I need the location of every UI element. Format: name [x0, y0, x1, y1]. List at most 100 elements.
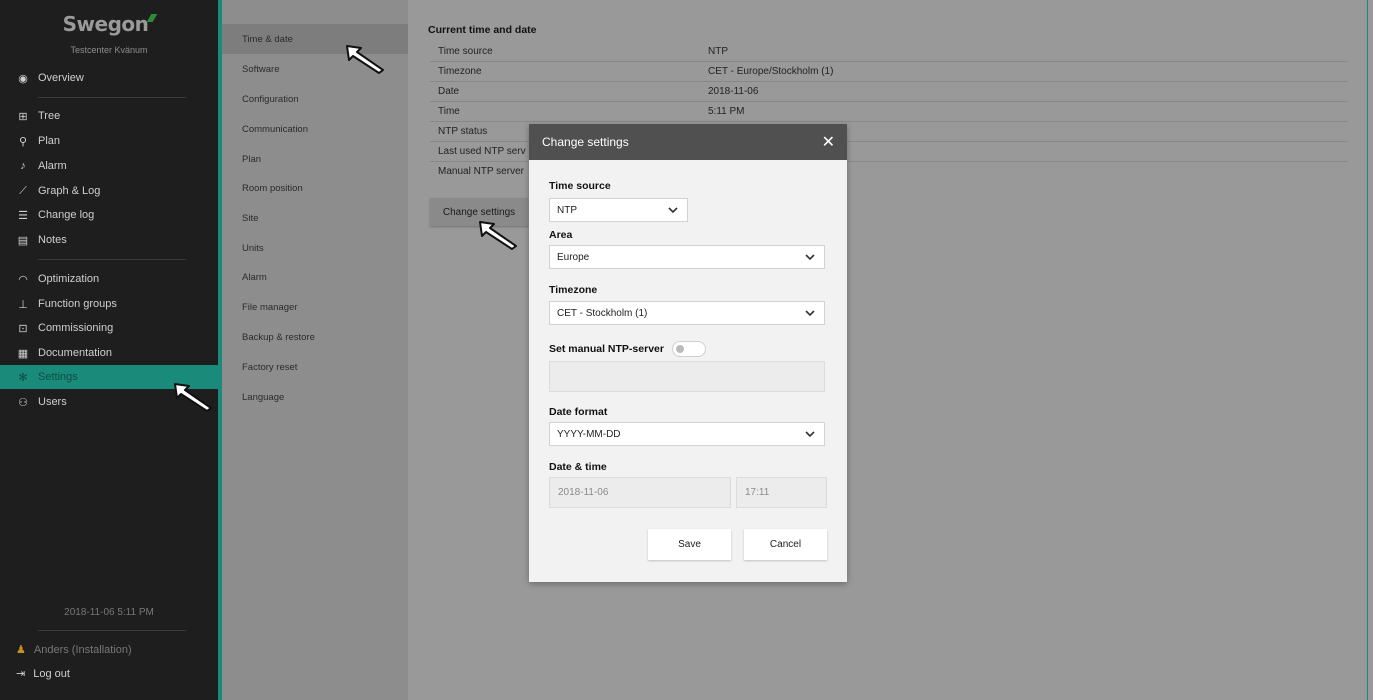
nav-label: Overview: [38, 72, 84, 84]
datetime-label: Date & time: [549, 461, 607, 473]
info-row: Time 5:11 PM: [430, 102, 1348, 122]
nav-tree[interactable]: ⊞ Tree: [0, 104, 218, 128]
nav-plan[interactable]: ⚲ Plan: [0, 129, 218, 153]
area-label: Area: [549, 229, 573, 241]
time-input[interactable]: 17:11: [736, 477, 827, 508]
nav-divider: [38, 97, 186, 98]
brand-logo: Swegon: [0, 12, 218, 36]
nav-label: Users: [38, 396, 67, 408]
submenu-communication[interactable]: Communication: [222, 114, 408, 144]
dialog-header: Change settings ✕: [529, 124, 847, 160]
submenu-site[interactable]: Site: [222, 203, 408, 233]
info-value: CET - Europe/Stockholm (1): [708, 66, 834, 77]
date-format-select[interactable]: YYYY-MM-DD: [549, 422, 825, 446]
submenu-file-manager[interactable]: File manager: [222, 292, 408, 322]
manual-ntp-input[interactable]: [549, 361, 825, 392]
submenu-backup-restore[interactable]: Backup & restore: [222, 322, 408, 352]
nav-optimization[interactable]: ◠ Optimization: [0, 267, 218, 291]
timezone-label: Timezone: [549, 284, 598, 296]
date-input[interactable]: 2018-11-06: [549, 477, 731, 508]
commissioning-icon: ⊡: [18, 322, 28, 335]
logout-button[interactable]: ⇥ Log out: [16, 667, 70, 681]
logout-label: Log out: [33, 667, 70, 680]
nav-divider: [38, 259, 186, 260]
submenu-configuration[interactable]: Configuration: [222, 84, 408, 114]
save-button[interactable]: Save: [648, 529, 731, 560]
eye-icon: ◉: [18, 72, 28, 85]
info-key: Time source: [438, 46, 493, 57]
chevron-down-icon: [805, 310, 815, 317]
info-key: Time: [438, 106, 460, 117]
sidebar: Swegon Testcenter Kvänum ◉ Overview ⊞ Tr…: [0, 0, 222, 700]
nav-function-groups[interactable]: ⊥ Function groups: [0, 292, 218, 316]
info-key: Timezone: [438, 66, 482, 77]
footer-divider: [38, 630, 186, 631]
info-value: NTP: [708, 46, 728, 57]
submenu-alarm[interactable]: Alarm: [222, 262, 408, 292]
nav-notes[interactable]: ▤ Notes: [0, 228, 218, 252]
time-source-label: Time source: [549, 180, 611, 192]
nav-label: Plan: [38, 135, 61, 147]
nav-change-log[interactable]: ☰ Change log: [0, 203, 218, 227]
user-icon: ♟: [16, 644, 26, 656]
dialog-title: Change settings: [542, 135, 629, 149]
pointer-arrow-icon: [174, 383, 212, 412]
time-source-value: NTP: [557, 204, 577, 216]
chevron-down-icon: [805, 254, 815, 261]
nav-label: Graph & Log: [38, 185, 101, 197]
nav-label: Alarm: [38, 160, 67, 172]
settings-submenu: Time & date Software Configuration Commu…: [222, 0, 408, 700]
date-format-value: YYYY-MM-DD: [557, 428, 621, 440]
users-icon: ⚇: [18, 396, 28, 409]
nav-label: Documentation: [38, 347, 112, 359]
chevron-down-icon: [805, 431, 815, 438]
current-datetime: 2018-11-06 5:11 PM: [64, 607, 154, 618]
date-format-label: Date format: [549, 406, 608, 418]
nav-label: Tree: [38, 110, 61, 122]
pointer-arrow-icon: [346, 45, 384, 74]
user-label: Anders (Installation): [33, 643, 132, 656]
submenu-room-position[interactable]: Room position: [222, 173, 408, 203]
submenu-units[interactable]: Units: [222, 233, 408, 263]
nav-documentation[interactable]: ▦ Documentation: [0, 341, 218, 365]
change-settings-dialog: Change settings ✕ Time source NTP Area E…: [529, 124, 847, 582]
chevron-down-icon: [668, 207, 678, 214]
info-key: Date: [438, 86, 460, 97]
nav-label: Optimization: [38, 273, 100, 285]
nav-label: Function groups: [38, 298, 117, 310]
nav-label: Settings: [38, 371, 78, 383]
nav-alarm[interactable]: ♪ Alarm: [0, 154, 218, 178]
graph-icon: ⟋: [19, 184, 27, 197]
note-icon: ▤: [17, 234, 29, 247]
nav-graph-log[interactable]: ⟋ Graph & Log: [0, 179, 218, 203]
manual-ntp-label: Set manual NTP-server: [549, 343, 664, 355]
tree-icon: ⊞: [18, 110, 28, 123]
nav-commissioning[interactable]: ⊡ Commissioning: [0, 316, 218, 340]
logout-icon: ⇥: [16, 668, 26, 680]
location-pin-icon: ⚲: [18, 135, 28, 148]
info-value: 2018-11-06: [708, 86, 759, 97]
site-subtitle: Testcenter Kvänum: [70, 45, 148, 55]
nav-label: Change log: [38, 209, 95, 221]
gear-icon: ✻: [18, 371, 28, 384]
nav-label: Commissioning: [38, 322, 114, 334]
info-row: Time source NTP: [430, 42, 1348, 62]
cancel-button[interactable]: Cancel: [744, 529, 827, 560]
info-key: Manual NTP server: [438, 166, 524, 177]
timezone-select[interactable]: CET - Stockholm (1): [549, 301, 825, 325]
current-user[interactable]: ♟ Anders (Installation): [16, 643, 132, 657]
info-key: Last used NTP serv: [438, 146, 526, 157]
nav-overview[interactable]: ◉ Overview: [0, 66, 218, 90]
list-icon: ☰: [18, 209, 28, 222]
gauge-icon: ◠: [18, 273, 28, 286]
submenu-language[interactable]: Language: [222, 382, 408, 412]
pointer-arrow-icon: [479, 221, 517, 250]
submenu-plan[interactable]: Plan: [222, 144, 408, 174]
time-source-select[interactable]: NTP: [549, 198, 688, 222]
info-row: Timezone CET - Europe/Stockholm (1): [430, 62, 1348, 82]
area-value: Europe: [557, 251, 590, 263]
submenu-factory-reset[interactable]: Factory reset: [222, 352, 408, 382]
manual-ntp-toggle[interactable]: [672, 341, 706, 357]
area-select[interactable]: Europe: [549, 245, 825, 269]
close-icon[interactable]: ✕: [822, 132, 835, 152]
